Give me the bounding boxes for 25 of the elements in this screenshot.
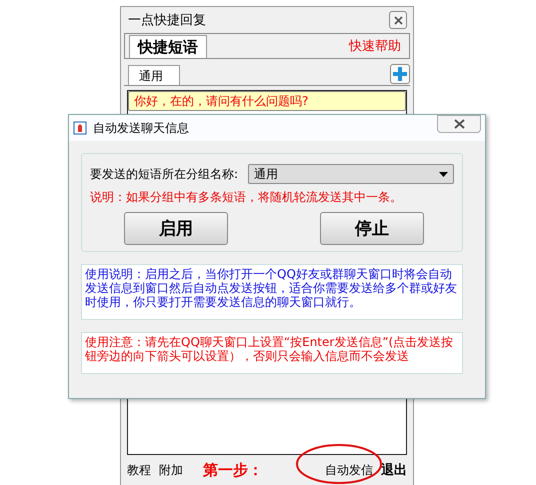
group-dropdown[interactable]: 通用 [248,164,454,184]
group-tab[interactable]: 通用 [128,65,180,85]
exit-link[interactable]: 退出 [381,461,407,479]
group-label: 要发送的短语所在分组名称: [90,166,238,182]
plus-icon [392,66,408,82]
footer-link[interactable]: 教程 [127,462,151,478]
warning-text: 使用注意：请先在QQ聊天窗口上设置“按Enter发送信息”(点击发送按钮旁边的向下箭头可以设置），否则只会输入信息而不会发送 [81,332,463,374]
add-button[interactable] [390,64,410,84]
action-button[interactable]: 停止 [320,212,424,245]
close-button[interactable] [437,115,481,133]
dialog-title: 自动发送聊天信息 [93,120,190,136]
dropdown-arrow-icon [439,172,448,176]
phrase-item[interactable]: 你好，在的，请问有什么问题吗? [128,91,406,111]
close-button[interactable] [389,11,407,29]
tab[interactable]: 快捷短语 [129,35,207,58]
close-icon [394,16,402,24]
usage-text: 使用说明：启用之后，当你打开一个QQ好友或群聊天窗口时将会自动发送信息到窗口然后自动点发送按钮，适合你需要发送给多个群或好友时使用，你只要打开需要发送信息的聊天窗口就行。 [81,264,463,320]
app-icon [73,121,87,135]
footer-link[interactable]: 附加 [159,462,183,478]
action-button[interactable]: 启用 [124,212,228,245]
close-icon [454,119,464,129]
annotation-text: 第一步： [203,460,264,480]
help-link[interactable]: 快速帮助 [349,37,401,55]
window-title: 一点快捷回复 [128,12,206,29]
note-text: 说明：如果分组中有多条短语，将随机轮流发送其中一条。 [90,189,403,206]
